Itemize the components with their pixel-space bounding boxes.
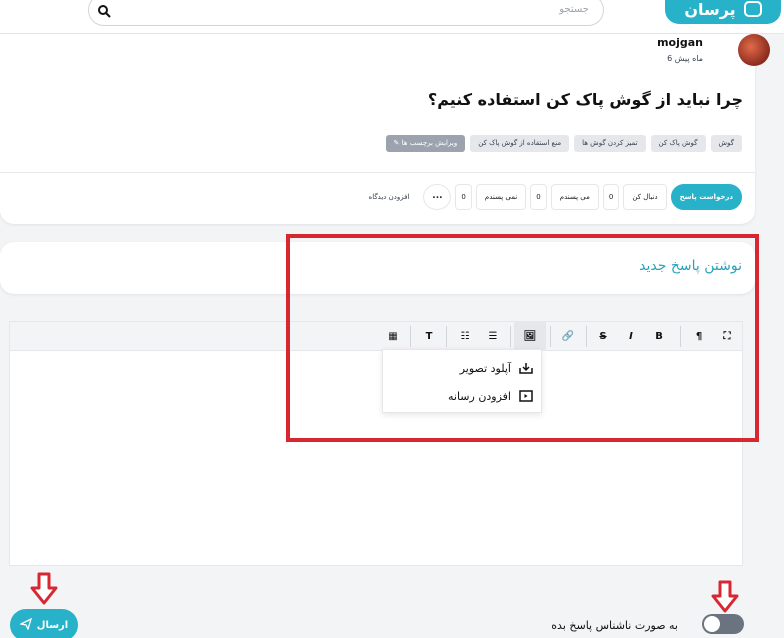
add-comment-link[interactable]: افزودن دیدگاه xyxy=(369,193,410,201)
annotation-down-arrow-icon xyxy=(711,580,739,613)
tag[interactable]: تمیز کردن گوش ها xyxy=(574,135,646,152)
top-bar: جستجو پرسان xyxy=(0,0,784,34)
avatar[interactable] xyxy=(738,34,770,66)
author-name[interactable]: mojgan xyxy=(657,36,703,49)
tag[interactable]: گوش xyxy=(710,135,742,152)
request-answer-button[interactable]: درخواست پاسخ xyxy=(670,184,742,210)
logo-text: پرسان xyxy=(684,0,736,19)
question-title: چرا نباید از گوش پاک کن استفاده کنیم؟ xyxy=(427,90,743,109)
toggle-knob xyxy=(704,616,720,632)
search-input[interactable]: جستجو xyxy=(88,0,604,26)
question-card: mojgan 6 ماه پیش چرا نباید از گوش پاک کن… xyxy=(0,34,770,224)
search-placeholder: جستجو xyxy=(559,4,589,15)
chat-icon xyxy=(743,1,762,17)
annotation-highlight-box xyxy=(286,234,759,442)
pencil-icon: ✎ xyxy=(393,139,400,147)
anonymous-toggle[interactable] xyxy=(702,614,744,634)
send-icon xyxy=(18,617,32,633)
edit-tags-label: ویرایش برچسب ها xyxy=(401,139,458,147)
send-label: ارسال xyxy=(36,619,69,631)
edit-tags-button[interactable]: ویرایش برچسب ها ✎ xyxy=(385,135,466,152)
tag[interactable]: منع استفاده از گوش پاک کن xyxy=(470,135,570,152)
dislike-count: 0 xyxy=(455,184,472,210)
dislike-button[interactable]: نمی پسندم xyxy=(475,184,527,210)
search-icon[interactable] xyxy=(97,4,111,18)
send-button[interactable]: ارسال xyxy=(10,609,78,638)
tag-list: گوش گوش پاک کن تمیز کردن گوش ها منع استف… xyxy=(385,135,742,152)
divider xyxy=(0,172,755,173)
follow-button[interactable]: دنبال کن xyxy=(623,184,667,210)
tag[interactable]: گوش پاک کن xyxy=(650,135,706,152)
more-button[interactable]: ... xyxy=(423,184,452,210)
follow-count: 0 xyxy=(602,184,620,210)
question-actions: درخواست پاسخ دنبال کن 0 می پسندم 0 نمی پ… xyxy=(369,184,742,210)
anonymous-label: به صورت ناشناس پاسخ بده xyxy=(551,619,678,632)
like-button[interactable]: می پسندم xyxy=(550,184,599,210)
annotation-down-arrow-icon xyxy=(30,572,58,605)
post-time: 6 ماه پیش xyxy=(667,54,703,63)
like-count: 0 xyxy=(530,184,547,210)
site-logo[interactable]: پرسان xyxy=(665,0,781,24)
